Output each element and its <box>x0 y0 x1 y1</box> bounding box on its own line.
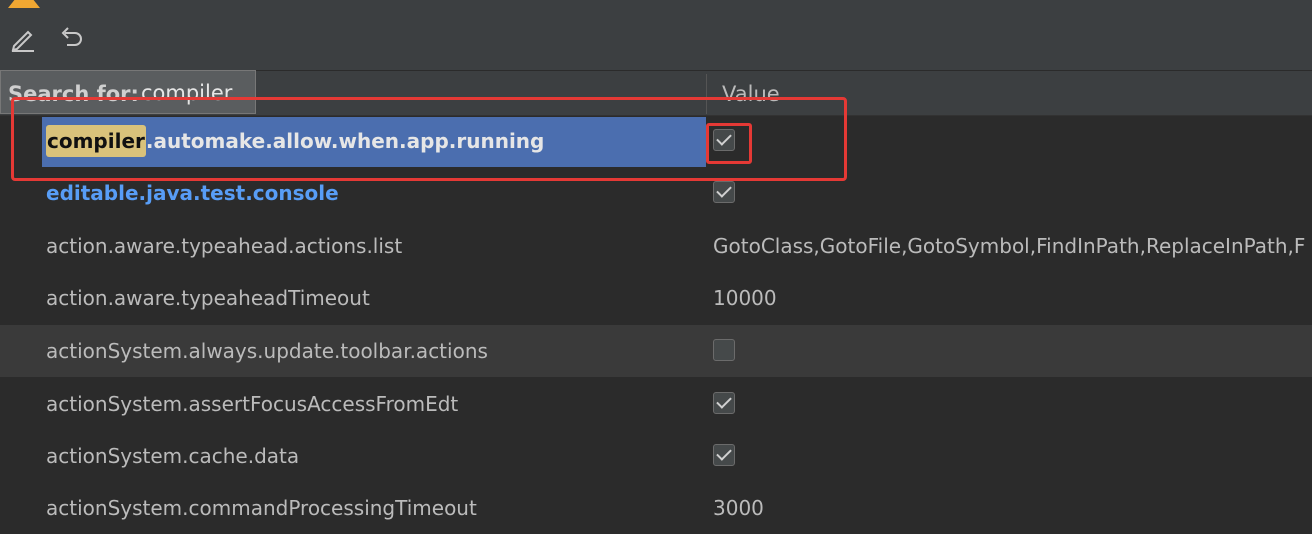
property-value[interactable]: 10000 <box>713 272 777 324</box>
value-checkbox[interactable] <box>713 181 735 203</box>
value-checkbox[interactable] <box>713 392 735 414</box>
pencil-icon[interactable] <box>8 24 38 54</box>
table-row[interactable]: actionSystem.cache.data <box>0 430 1312 482</box>
table-row[interactable]: actionSystem.always.update.toolbar.actio… <box>0 325 1312 377</box>
property-value[interactable]: GotoClass,GotoFile,GotoSymbol,FindInPath… <box>713 220 1305 272</box>
value-checkbox[interactable] <box>713 444 735 466</box>
warning-icon <box>8 0 40 8</box>
property-value[interactable]: 3000 <box>713 482 764 534</box>
table-row[interactable]: actionSystem.commandProcessingTimeout 30… <box>0 482 1312 534</box>
property-name: actionSystem.commandProcessingTimeout <box>46 496 477 520</box>
property-name: actionSystem.cache.data <box>46 444 300 468</box>
property-name: action.aware.typeaheadTimeout <box>46 286 370 310</box>
property-name: actionSystem.assertFocusAccessFromEdt <box>46 392 459 416</box>
table-row[interactable]: action.aware.typeahead.actions.list Goto… <box>0 220 1312 272</box>
annotation-checkbox-box <box>706 123 752 164</box>
table-row[interactable]: action.aware.typeaheadTimeout 10000 <box>0 272 1312 324</box>
undo-icon[interactable] <box>55 24 85 54</box>
property-name: actionSystem.always.update.toolbar.actio… <box>46 339 488 363</box>
title-strip <box>0 0 1312 8</box>
table-row[interactable]: actionSystem.assertFocusAccessFromEdt <box>0 378 1312 430</box>
value-checkbox[interactable] <box>713 339 735 361</box>
property-name: action.aware.typeahead.actions.list <box>46 234 403 258</box>
toolbar <box>0 8 1312 70</box>
